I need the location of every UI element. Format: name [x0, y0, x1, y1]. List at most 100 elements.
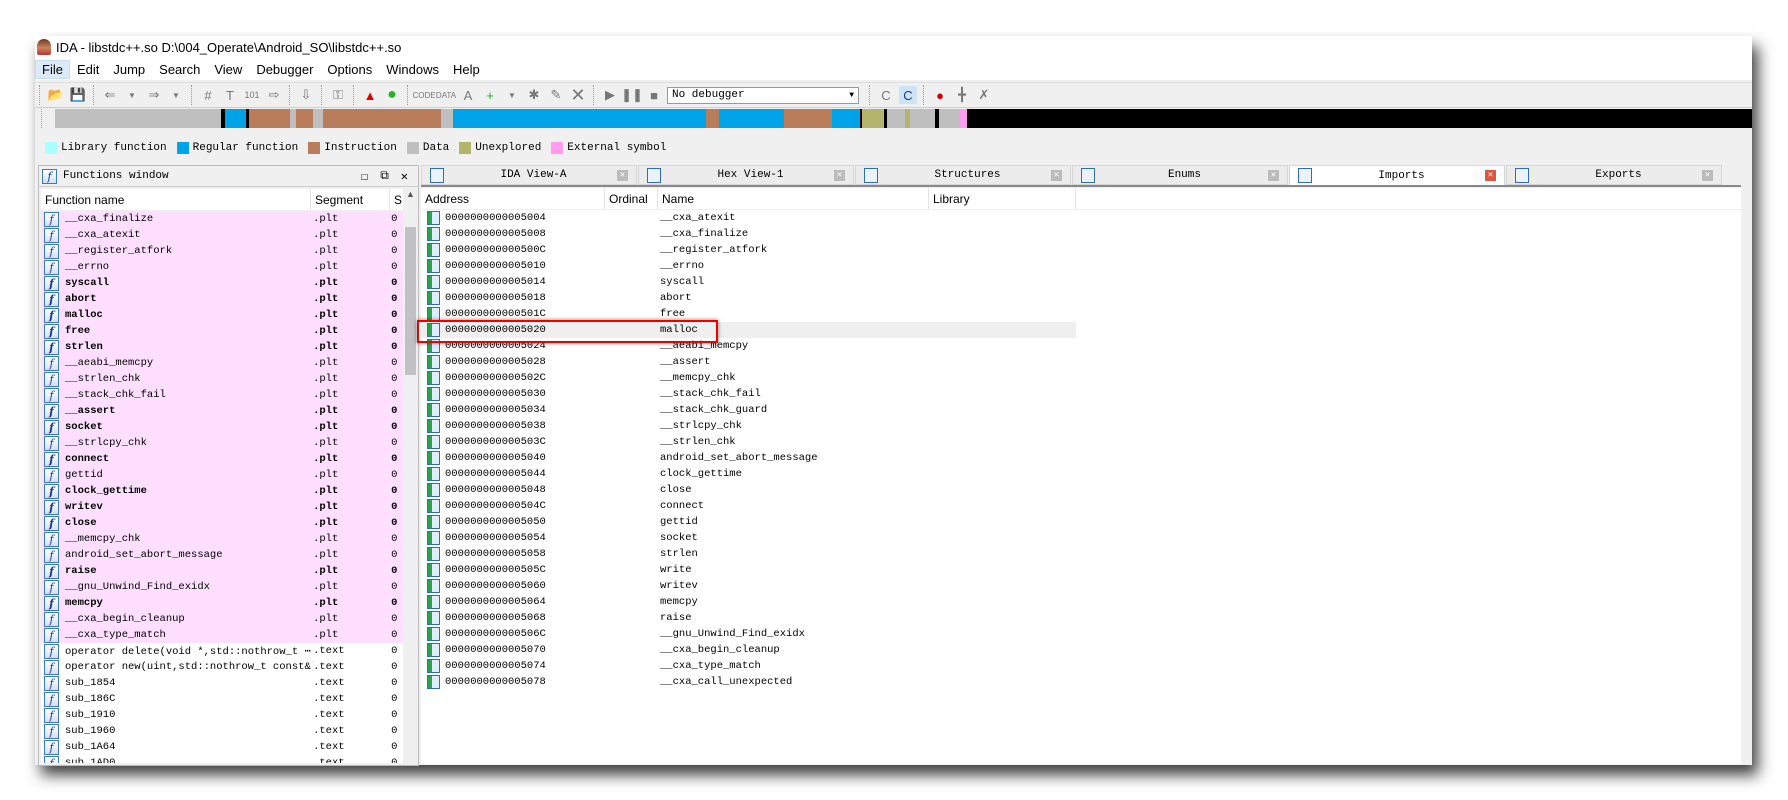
functions-scrollbar[interactable]: ▲: [403, 189, 418, 763]
tab-close-icon[interactable]: ✕: [1051, 169, 1062, 181]
search-text-icon[interactable]: T: [221, 86, 239, 104]
function-row[interactable]: f __stack_chk_fail .plt 0: [41, 387, 403, 403]
import-row[interactable]: 0000000000005050 gettid: [421, 514, 1741, 530]
import-row[interactable]: 0000000000005078 __cxa_call_unexpected: [421, 674, 1741, 690]
function-row[interactable]: f __cxa_atexit .plt 0: [41, 227, 403, 243]
function-row[interactable]: f android_set_abort_message .plt 0: [41, 547, 403, 563]
function-row[interactable]: f connect .plt 0: [41, 451, 403, 467]
menu-help[interactable]: Help: [446, 60, 487, 79]
function-row[interactable]: f raise .plt 0: [41, 563, 403, 579]
tab-exports[interactable]: Exports ✕: [1506, 165, 1722, 185]
menu-view[interactable]: View: [207, 60, 249, 79]
function-row[interactable]: f sub_1A64 .text 0: [41, 739, 403, 755]
delete-icon[interactable]: ✕: [569, 85, 587, 105]
search-binary-icon[interactable]: #: [199, 86, 217, 104]
function-row[interactable]: f clock_gettime .plt 0: [41, 483, 403, 499]
menu-windows[interactable]: Windows: [379, 60, 446, 79]
function-row[interactable]: f writev .plt 0: [41, 499, 403, 515]
tab-close-icon[interactable]: ✕: [834, 169, 845, 181]
make-string-icon[interactable]: A: [459, 86, 477, 104]
decompile-back-icon[interactable]: C: [877, 86, 895, 104]
function-row[interactable]: f __memcpy_chk .plt 0: [41, 531, 403, 547]
add-struct-icon[interactable]: +: [481, 86, 499, 104]
menu-file[interactable]: File: [35, 59, 70, 79]
import-row[interactable]: 000000000000506C __gnu_Unwind_Find_exidx: [421, 626, 1741, 642]
function-row[interactable]: f sub_1960 .text 0: [41, 723, 403, 739]
function-row[interactable]: f sub_1AD0 .text 0: [41, 755, 403, 763]
import-row[interactable]: 0000000000005068 raise: [421, 610, 1741, 626]
import-row[interactable]: 0000000000005030 __stack_chk_fail: [421, 386, 1741, 402]
import-row[interactable]: 0000000000005074 __cxa_type_match: [421, 658, 1741, 674]
function-row[interactable]: f __cxa_begin_cleanup .plt 0: [41, 611, 403, 627]
make-code-icon[interactable]: CODE: [412, 86, 435, 104]
import-row[interactable]: 0000000000005060 writev: [421, 578, 1741, 594]
column-function-name[interactable]: Function name: [41, 189, 311, 210]
import-row[interactable]: 000000000000503C __strlen_chk: [421, 434, 1741, 450]
column-library[interactable]: Library: [929, 188, 1076, 209]
import-row[interactable]: 000000000000502C __memcpy_chk: [421, 370, 1741, 386]
column-segment[interactable]: Segment: [311, 189, 390, 210]
function-row[interactable]: f operator delete(void *,std::nothrow_t ⋯…: [41, 643, 403, 659]
maximize-icon[interactable]: ☐: [361, 169, 368, 184]
function-row[interactable]: f memcpy .plt 0: [41, 595, 403, 611]
column-address[interactable]: Address: [421, 188, 605, 209]
import-row[interactable]: 0000000000005008 __cxa_finalize: [421, 226, 1741, 242]
scrollbar-thumb[interactable]: [405, 227, 416, 375]
function-row[interactable]: f __strlen_chk .plt 0: [41, 371, 403, 387]
tab-close-icon[interactable]: ✕: [1268, 169, 1279, 181]
tab-close-icon[interactable]: ✕: [617, 169, 628, 181]
function-row[interactable]: f socket .plt 0: [41, 419, 403, 435]
menu-edit[interactable]: Edit: [70, 60, 106, 79]
function-row[interactable]: f __cxa_finalize .plt 0: [41, 211, 403, 227]
open-folder-icon[interactable]: 📂: [47, 86, 65, 104]
jump-down-icon[interactable]: ⇩: [297, 86, 315, 104]
add-breakpoint-icon[interactable]: ╋: [953, 86, 971, 104]
import-row[interactable]: 0000000000005010 __errno: [421, 258, 1741, 274]
delete-breakpoint-icon[interactable]: ✗: [975, 86, 993, 104]
import-row[interactable]: 0000000000005004 __cxa_atexit: [421, 210, 1741, 226]
search-next-icon[interactable]: ⇨: [265, 86, 283, 104]
tab-close-icon[interactable]: ✕: [1702, 169, 1713, 181]
function-row[interactable]: f syscall .plt 0: [41, 275, 403, 291]
import-row[interactable]: 0000000000005040 android_set_abort_messag…: [421, 450, 1741, 466]
function-row[interactable]: f abort .plt 0: [41, 291, 403, 307]
import-row[interactable]: 0000000000005038 __strlcpy_chk: [421, 418, 1741, 434]
search-immediate-icon[interactable]: 101: [243, 86, 261, 104]
function-row[interactable]: f close .plt 0: [41, 515, 403, 531]
back-dropdown-icon[interactable]: ▼: [123, 86, 141, 104]
tab-hex-view-1[interactable]: Hex View-1 ✕: [638, 165, 854, 185]
column-name[interactable]: Name: [658, 188, 929, 209]
tab-ida-view-a[interactable]: IDA View-A ✕: [421, 165, 637, 185]
function-row[interactable]: f sub_1910 .text 0: [41, 707, 403, 723]
menu-debugger[interactable]: Debugger: [249, 60, 320, 79]
import-row[interactable]: 0000000000005034 __stack_chk_guard: [421, 402, 1741, 418]
lock-icon[interactable]: ⚿: [329, 86, 347, 104]
function-row[interactable]: f __aeabi_memcpy .plt 0: [41, 355, 403, 371]
function-row[interactable]: f free .plt 0: [41, 323, 403, 339]
import-row[interactable]: 0000000000005048 close: [421, 482, 1741, 498]
decompile-icon[interactable]: C: [899, 86, 917, 104]
add-struct-dropdown-icon[interactable]: ▼: [503, 86, 521, 104]
function-row[interactable]: f __cxa_type_match .plt 0: [41, 627, 403, 643]
import-row[interactable]: 0000000000005028 __assert: [421, 354, 1741, 370]
function-row[interactable]: f sub_186C .text 0: [41, 691, 403, 707]
import-row[interactable]: 0000000000005044 clock_gettime: [421, 466, 1741, 482]
tab-structures[interactable]: Structures ✕: [855, 165, 1071, 185]
navigation-band[interactable]: [55, 109, 1752, 128]
column-ordinal[interactable]: Ordinal: [605, 188, 658, 209]
import-row[interactable]: 0000000000005058 strlen: [421, 546, 1741, 562]
breakpoint-list-icon[interactable]: ●: [931, 86, 949, 104]
function-row[interactable]: f malloc .plt 0: [41, 307, 403, 323]
function-row[interactable]: f __strlcpy_chk .plt 0: [41, 435, 403, 451]
column-start[interactable]: S: [390, 189, 403, 210]
import-row[interactable]: 0000000000005070 __cxa_begin_cleanup: [421, 642, 1741, 658]
import-row[interactable]: 0000000000005064 memcpy: [421, 594, 1741, 610]
warning-icon[interactable]: ▲: [361, 86, 379, 104]
forward-arrow-icon[interactable]: ⇒: [145, 86, 163, 104]
function-row[interactable]: f __gnu_Unwind_Find_exidx .plt 0: [41, 579, 403, 595]
close-icon[interactable]: ✕: [401, 169, 408, 184]
import-row[interactable]: 000000000000505C write: [421, 562, 1741, 578]
function-row[interactable]: f gettid .plt 0: [41, 467, 403, 483]
function-row[interactable]: f sub_1854 .text 0: [41, 675, 403, 691]
import-row[interactable]: 0000000000005014 syscall: [421, 274, 1741, 290]
